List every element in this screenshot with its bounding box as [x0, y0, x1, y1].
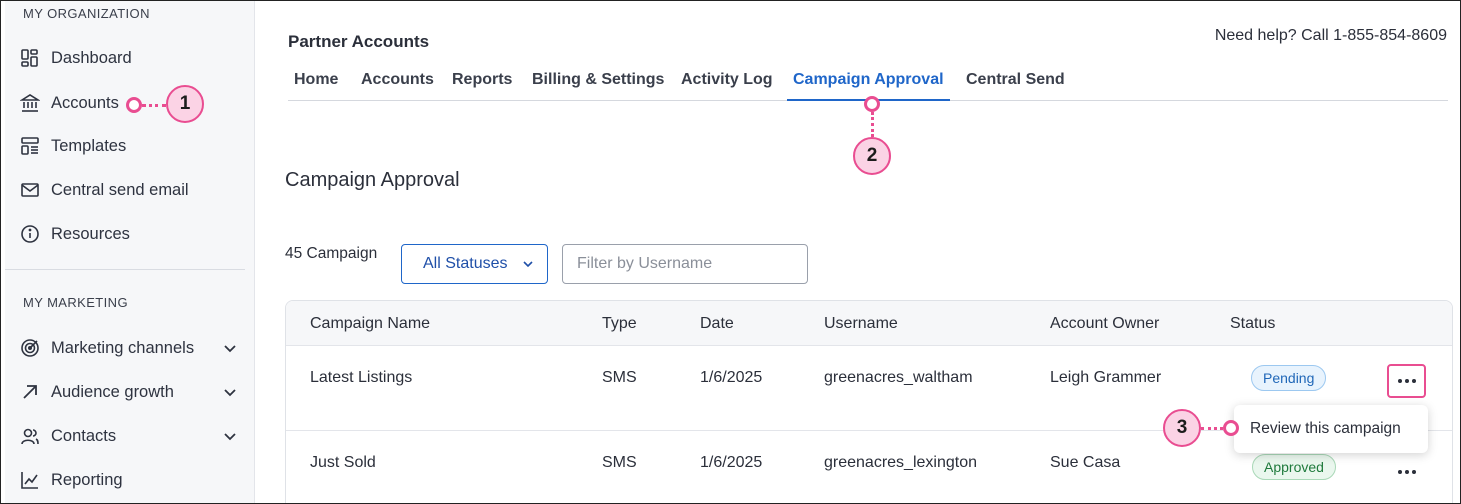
sidebar-item-central-send-email[interactable]: Central send email — [19, 176, 189, 204]
row-actions-button[interactable] — [1387, 455, 1426, 489]
sidebar-item-contacts[interactable]: Contacts — [19, 422, 241, 450]
info-icon — [19, 223, 41, 245]
sidebar-item-label: Dashboard — [51, 48, 132, 67]
campaign-type: SMS — [602, 454, 637, 471]
dashboard-icon — [19, 47, 41, 69]
sidebar-item-label: Accounts — [51, 93, 119, 112]
envelope-icon — [19, 179, 41, 201]
campaign-name: Latest Listings — [310, 369, 413, 386]
sidebar-item-label: Reporting — [51, 470, 123, 489]
app-window: MY ORGANIZATION Dashboard Accounts Templ… — [0, 0, 1461, 504]
target-icon — [19, 337, 41, 359]
column-header-type[interactable]: Type — [602, 315, 637, 333]
templates-icon — [19, 135, 41, 157]
column-header-campaign-name[interactable]: Campaign Name — [310, 315, 430, 333]
page-title: Campaign Approval — [285, 169, 460, 191]
more-icon — [1397, 379, 1416, 383]
status-filter-value: All Statuses — [423, 255, 508, 272]
column-header-status[interactable]: Status — [1230, 315, 1275, 333]
sidebar-item-templates[interactable]: Templates — [19, 132, 126, 160]
more-icon — [1397, 470, 1416, 474]
campaign-table: Campaign Name Type Date Username Account… — [285, 300, 1453, 503]
help-phone-text: Need help? Call 1-855-854-8609 — [1214, 27, 1447, 44]
sidebar: MY ORGANIZATION Dashboard Accounts Templ… — [5, 1, 255, 503]
callout-badge: 3 — [1163, 409, 1201, 447]
callout-connector — [871, 112, 874, 137]
chevron-down-icon — [523, 261, 533, 268]
sidebar-item-label: Templates — [51, 136, 127, 155]
table-header: Campaign Name Type Date Username Account… — [286, 301, 1452, 346]
campaign-date: 1/6/2025 — [700, 454, 763, 471]
column-header-username[interactable]: Username — [824, 315, 898, 333]
sidebar-item-label: Central send email — [51, 180, 189, 199]
row-actions-button[interactable] — [1387, 364, 1426, 398]
tab-billing-settings[interactable]: Billing & Settings — [532, 71, 664, 101]
callout-connector — [1201, 427, 1223, 430]
status-filter-dropdown[interactable]: All Statuses — [401, 244, 548, 284]
sidebar-item-reporting[interactable]: Reporting — [19, 466, 123, 494]
sidebar-item-label: Resources — [51, 224, 130, 243]
chevron-down-icon[interactable] — [221, 427, 239, 445]
callout-pointer — [1223, 420, 1239, 436]
campaign-username: greenacres_waltham — [824, 369, 973, 386]
sidebar-section-title: MY MARKETING — [23, 295, 128, 310]
sidebar-item-accounts[interactable]: Accounts — [19, 89, 119, 117]
chevron-down-icon[interactable] — [221, 339, 239, 357]
tab-central-send[interactable]: Central Send — [966, 71, 1065, 101]
review-campaign-menu-item[interactable]: Review this campaign — [1234, 405, 1428, 453]
chart-icon — [19, 469, 41, 491]
page-header-title: Partner Accounts — [288, 32, 430, 51]
tab-reports[interactable]: Reports — [452, 71, 512, 101]
column-header-account-owner[interactable]: Account Owner — [1050, 315, 1159, 333]
status-badge: Pending — [1251, 365, 1327, 391]
sidebar-item-audience-growth[interactable]: Audience growth — [19, 378, 241, 406]
username-filter-input[interactable] — [562, 244, 808, 284]
bank-icon — [19, 92, 41, 114]
sidebar-item-dashboard[interactable]: Dashboard — [19, 44, 132, 72]
callout-connector — [142, 104, 166, 107]
column-header-date[interactable]: Date — [700, 315, 734, 333]
sidebar-item-marketing-channels[interactable]: Marketing channels — [19, 334, 241, 362]
campaign-username: greenacres_lexington — [824, 454, 977, 471]
campaign-name: Just Sold — [310, 454, 376, 471]
sidebar-section-title: MY ORGANIZATION — [23, 6, 150, 21]
tab-activity-log[interactable]: Activity Log — [681, 71, 773, 101]
callout-pointer — [126, 97, 142, 113]
campaign-owner: Sue Casa — [1050, 454, 1121, 471]
callout-badge: 1 — [166, 85, 204, 123]
sidebar-divider — [5, 269, 245, 270]
callout-pointer — [864, 96, 880, 112]
campaign-owner: Leigh Grammer — [1050, 369, 1162, 386]
arrow-up-right-icon — [19, 381, 41, 403]
status-badge: Approved — [1252, 454, 1336, 480]
campaign-date: 1/6/2025 — [700, 369, 763, 386]
campaign-type: SMS — [602, 369, 637, 386]
callout-badge: 2 — [853, 137, 891, 175]
contacts-icon — [19, 425, 41, 447]
sidebar-item-resources[interactable]: Resources — [19, 220, 130, 248]
tab-accounts[interactable]: Accounts — [361, 71, 434, 101]
sidebar-item-label: Marketing channels — [51, 338, 195, 357]
tab-home[interactable]: Home — [294, 71, 338, 101]
chevron-down-icon[interactable] — [221, 383, 239, 401]
campaign-count: 45 Campaign — [285, 245, 378, 262]
sidebar-item-label: Audience growth — [51, 382, 174, 401]
sidebar-item-label: Contacts — [51, 426, 117, 445]
